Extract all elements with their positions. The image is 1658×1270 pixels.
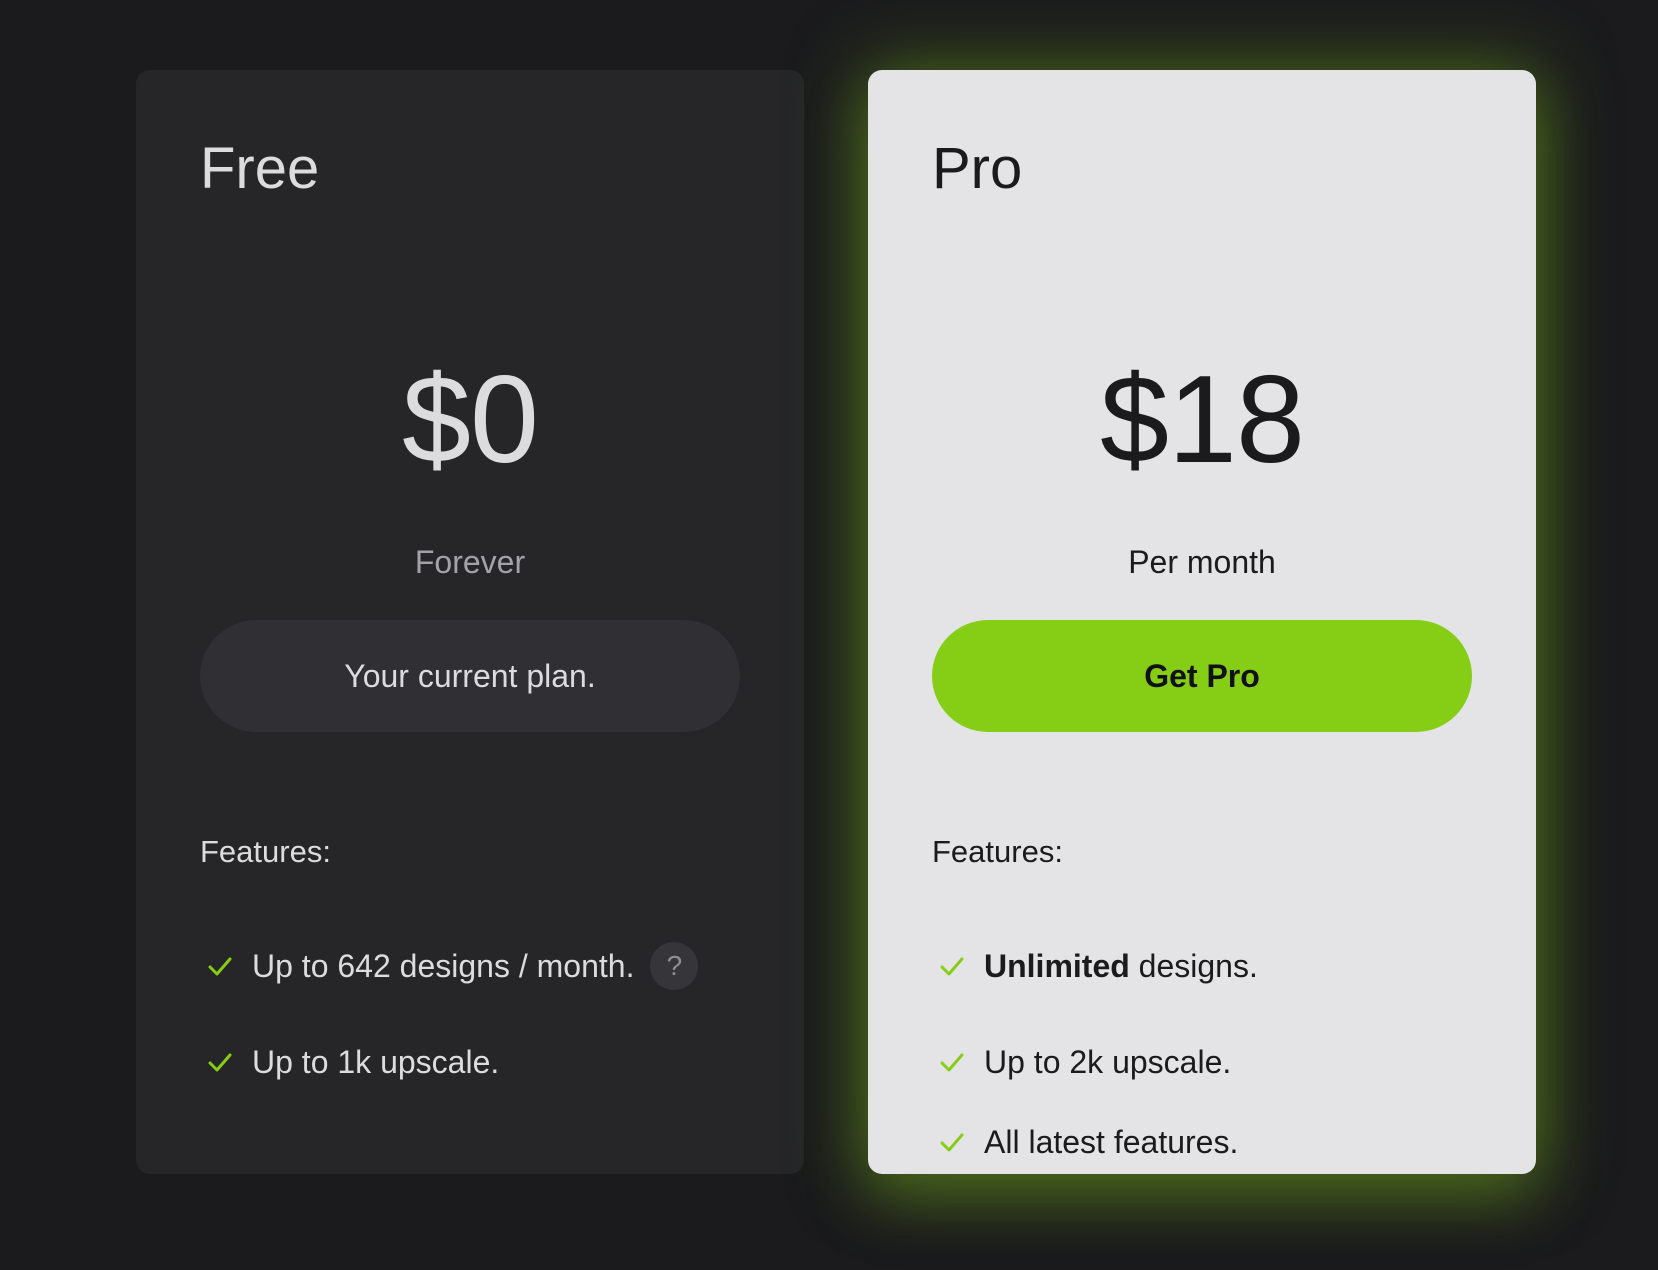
get-pro-button[interactable]: Get Pro bbox=[932, 620, 1472, 732]
plan-period: Per month bbox=[1128, 544, 1276, 580]
feature-item: All latest features. bbox=[932, 1102, 1258, 1182]
current-plan-badge: Your current plan. bbox=[200, 620, 740, 732]
check-icon bbox=[206, 1048, 234, 1076]
check-icon bbox=[938, 1048, 966, 1076]
feature-bold-text: Unlimited bbox=[984, 947, 1130, 984]
plan-price: $18 bbox=[1100, 351, 1305, 489]
feature-item: Unlimited designs. bbox=[932, 942, 1258, 990]
check-icon bbox=[938, 952, 966, 980]
feature-text: designs. bbox=[1129, 947, 1258, 984]
pro-plan-card: Pro $18 Per month Get Pro Features: Unli… bbox=[868, 70, 1536, 1174]
check-icon bbox=[206, 952, 234, 980]
help-icon[interactable]: ? bbox=[650, 942, 699, 990]
plan-price: $0 bbox=[402, 351, 539, 489]
feature-text: Up to 1k upscale. bbox=[252, 1043, 500, 1080]
feature-text: Up to 2k upscale. bbox=[984, 1043, 1232, 1080]
feature-text: All latest features. bbox=[984, 1123, 1239, 1160]
features-heading: Features: bbox=[932, 834, 1063, 869]
features-heading: Features: bbox=[200, 834, 331, 869]
feature-item: Up to 642 designs / month. ? bbox=[200, 942, 699, 990]
feature-item: Up to 1k upscale. bbox=[200, 1022, 698, 1102]
plan-name: Pro bbox=[932, 136, 1023, 201]
feature-list: Up to 642 designs / month. ? Up to 1k up… bbox=[200, 942, 699, 1102]
feature-list: Unlimited designs. Up to 2k upscale. All… bbox=[932, 942, 1258, 1182]
free-plan-card: Free $0 Forever Your current plan. Featu… bbox=[136, 70, 804, 1174]
feature-text: Up to 642 designs / month. bbox=[252, 947, 635, 984]
feature-item: Up to 2k upscale. bbox=[932, 1022, 1258, 1102]
check-icon bbox=[938, 1128, 966, 1156]
plan-name: Free bbox=[200, 136, 320, 201]
plan-period: Forever bbox=[414, 544, 526, 580]
